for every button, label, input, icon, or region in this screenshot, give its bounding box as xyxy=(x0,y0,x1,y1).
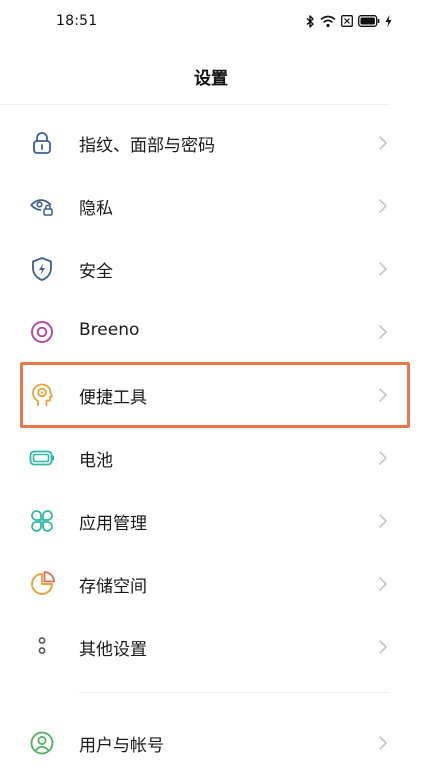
settings-item-breeno[interactable]: Breeno xyxy=(0,300,422,362)
more-dots-icon xyxy=(29,634,55,660)
chevron-right-icon xyxy=(378,387,388,403)
lock-icon xyxy=(29,130,55,156)
settings-item-other-settings[interactable]: 其他设置 xyxy=(0,615,422,677)
title-bar: 设置 xyxy=(0,50,422,102)
status-bar: 18:51 xyxy=(0,0,422,44)
head-gear-icon xyxy=(29,382,55,408)
settings-item-label: Breeno xyxy=(79,320,140,340)
page-title: 设置 xyxy=(194,69,228,89)
settings-item-storage[interactable]: 存储空间 xyxy=(0,552,422,614)
settings-item-app-management[interactable]: 应用管理 xyxy=(0,489,422,551)
settings-item-label: 便捷工具 xyxy=(79,388,147,408)
status-time: 18:51 xyxy=(56,13,98,29)
sim-off-icon xyxy=(341,15,353,27)
charging-icon xyxy=(385,15,392,27)
user-icon xyxy=(29,730,55,756)
settings-item-label: 用户与帐号 xyxy=(79,736,164,756)
chevron-right-icon xyxy=(378,576,388,592)
chevron-right-icon xyxy=(378,135,388,151)
settings-item-security[interactable]: 安全 xyxy=(0,237,422,299)
apps-grid-icon xyxy=(29,508,55,534)
battery-icon xyxy=(358,15,380,27)
chevron-right-icon xyxy=(378,735,388,751)
settings-item-battery[interactable]: 电池 xyxy=(0,426,422,488)
eye-lock-icon xyxy=(29,193,55,219)
settings-item-label: 指纹、面部与密码 xyxy=(79,136,215,156)
settings-item-convenience-tools[interactable]: 便捷工具 xyxy=(0,363,422,425)
section-divider xyxy=(79,692,390,693)
chevron-right-icon xyxy=(378,324,388,340)
chevron-right-icon xyxy=(378,261,388,277)
settings-item-users-accounts[interactable]: 用户与帐号 xyxy=(0,711,422,772)
settings-item-label: 其他设置 xyxy=(79,640,147,660)
chevron-right-icon xyxy=(378,450,388,466)
settings-item-label: 存储空间 xyxy=(79,577,147,597)
settings-item-label: 安全 xyxy=(79,262,113,282)
bluetooth-icon xyxy=(306,14,315,28)
shield-bolt-icon xyxy=(29,256,55,282)
settings-item-label: 隐私 xyxy=(79,199,113,219)
chevron-right-icon xyxy=(378,513,388,529)
divider xyxy=(0,104,390,105)
settings-item-privacy[interactable]: 隐私 xyxy=(0,174,422,236)
breeno-icon xyxy=(29,319,55,345)
settings-item-label: 电池 xyxy=(79,451,113,471)
wifi-icon xyxy=(320,15,336,28)
settings-item-label: 应用管理 xyxy=(79,514,147,534)
battery-icon xyxy=(29,445,55,471)
pie-chart-icon xyxy=(29,571,55,597)
status-icons xyxy=(306,12,392,30)
chevron-right-icon xyxy=(378,639,388,655)
settings-item-fingerprint-face-password[interactable]: 指纹、面部与密码 xyxy=(0,111,422,173)
chevron-right-icon xyxy=(378,198,388,214)
